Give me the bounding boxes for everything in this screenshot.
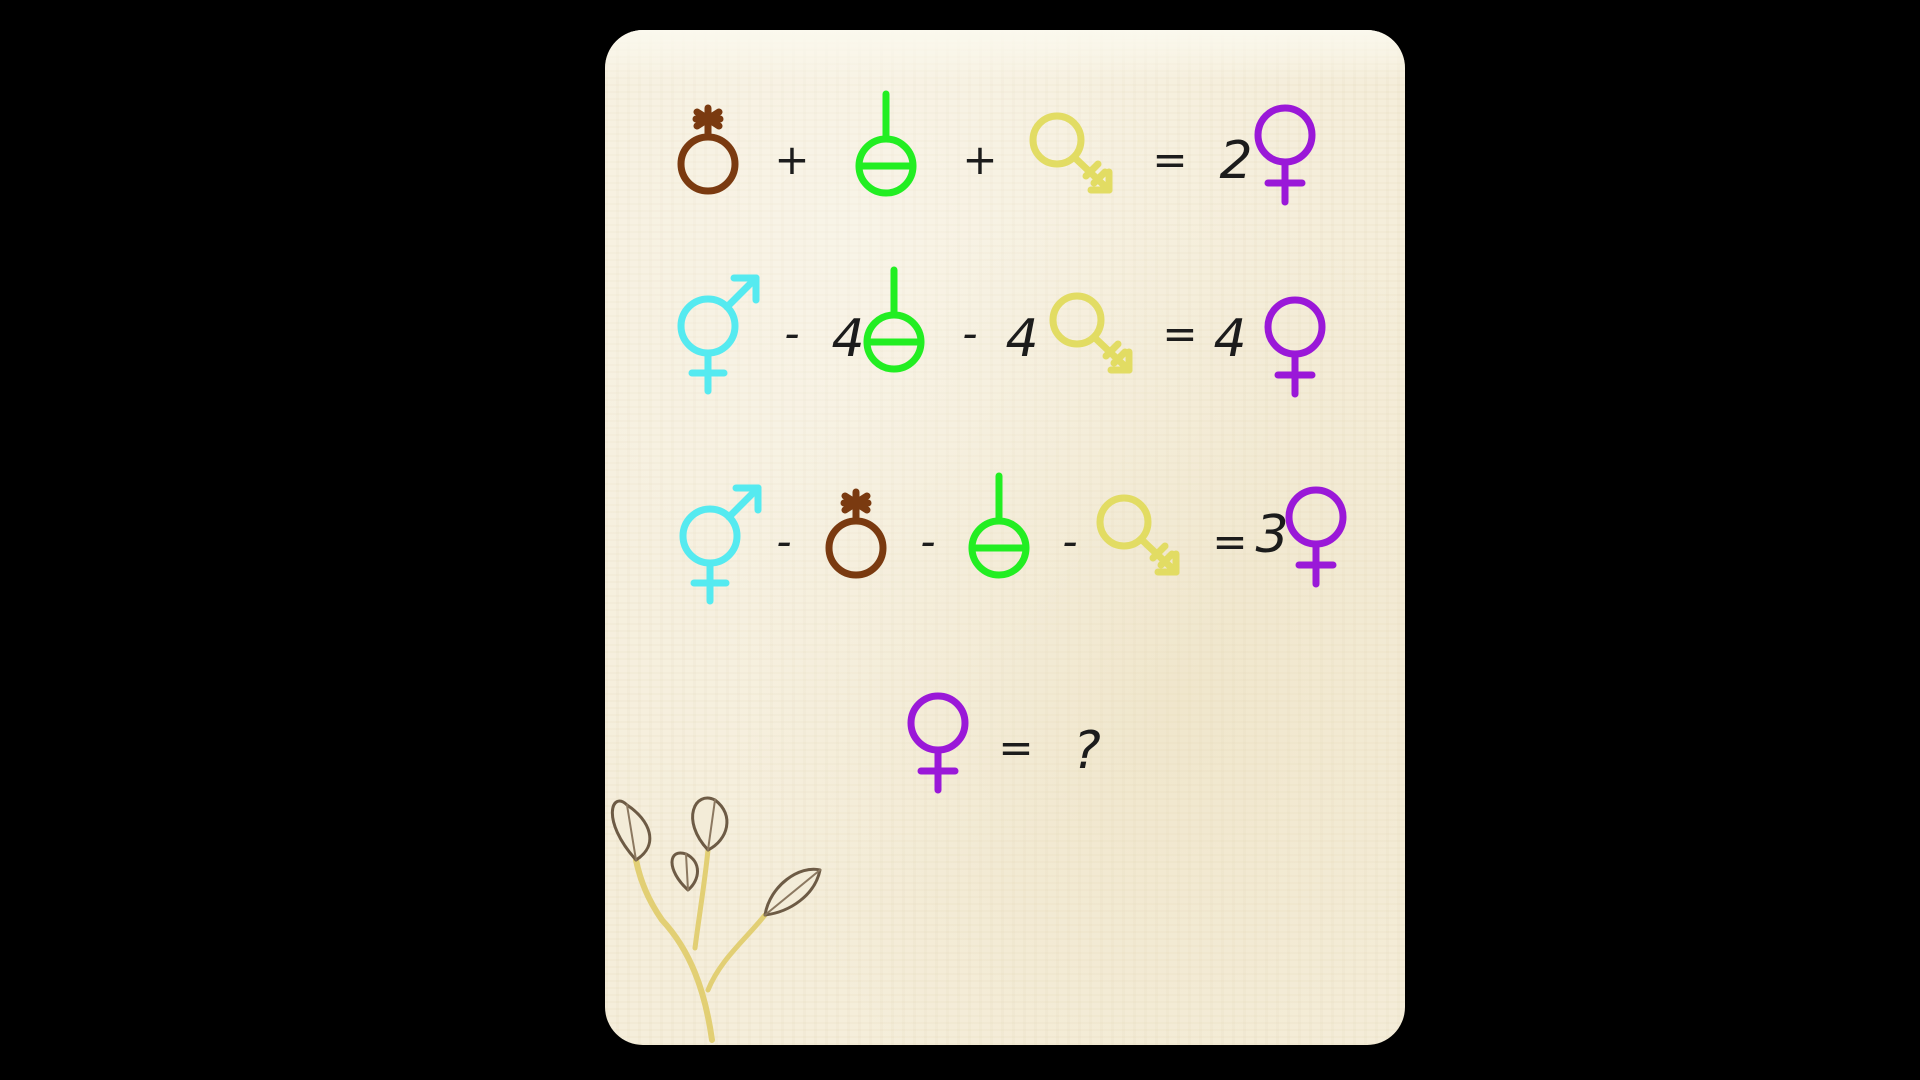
circle-with-bar-stem-icon: [972, 476, 1026, 575]
puzzle-board: + + = 2 - 4 - 4 = 4 - - - = 3 = ?: [610, 0, 1920, 1043]
key-arrow-icon: [1100, 498, 1176, 572]
row2-op2: -: [962, 309, 977, 358]
row1-equals: =: [1152, 135, 1187, 184]
circle-with-bar-stem-icon: [867, 270, 921, 369]
mars-venus-icon: [681, 278, 756, 391]
mars-venus-icon: [683, 488, 758, 601]
row3-op2: -: [920, 517, 935, 566]
equation-row-1: + + = 2: [681, 94, 1312, 202]
ring-with-asterisk-icon: [681, 108, 735, 191]
question-equals: =: [998, 723, 1033, 772]
circle-with-bar-stem-icon: [859, 94, 913, 193]
row1-coefficient: 2: [1219, 131, 1252, 191]
key-arrow-icon: [1053, 296, 1129, 370]
row1-op1: +: [774, 135, 809, 184]
equation-row-2: - 4 - 4 = 4: [681, 270, 1322, 394]
row3-coefficient: 3: [1255, 505, 1288, 565]
venus-icon: [911, 696, 965, 790]
row1-op2: +: [962, 135, 997, 184]
venus-icon: [1289, 490, 1343, 584]
equation-row-3: - - - = 3: [683, 476, 1343, 601]
venus-icon: [1268, 300, 1322, 394]
key-arrow-icon: [1033, 116, 1109, 190]
row2-coefficient-3: 4: [1213, 309, 1246, 369]
row2-coefficient-2: 4: [1005, 309, 1038, 369]
venus-icon: [1258, 108, 1312, 202]
row2-equals: =: [1162, 309, 1197, 358]
row3-op1: -: [776, 517, 791, 566]
question-mark: ?: [1073, 721, 1101, 781]
row3-op3: -: [1062, 517, 1077, 566]
row2-coefficient-1: 4: [831, 309, 864, 369]
row2-op1: -: [784, 309, 799, 358]
leaf-sprig-icon: [610, 796, 822, 1043]
row3-equals: =: [1212, 517, 1247, 566]
question-row: = ?: [911, 696, 1101, 790]
ring-with-asterisk-icon: [829, 492, 883, 575]
